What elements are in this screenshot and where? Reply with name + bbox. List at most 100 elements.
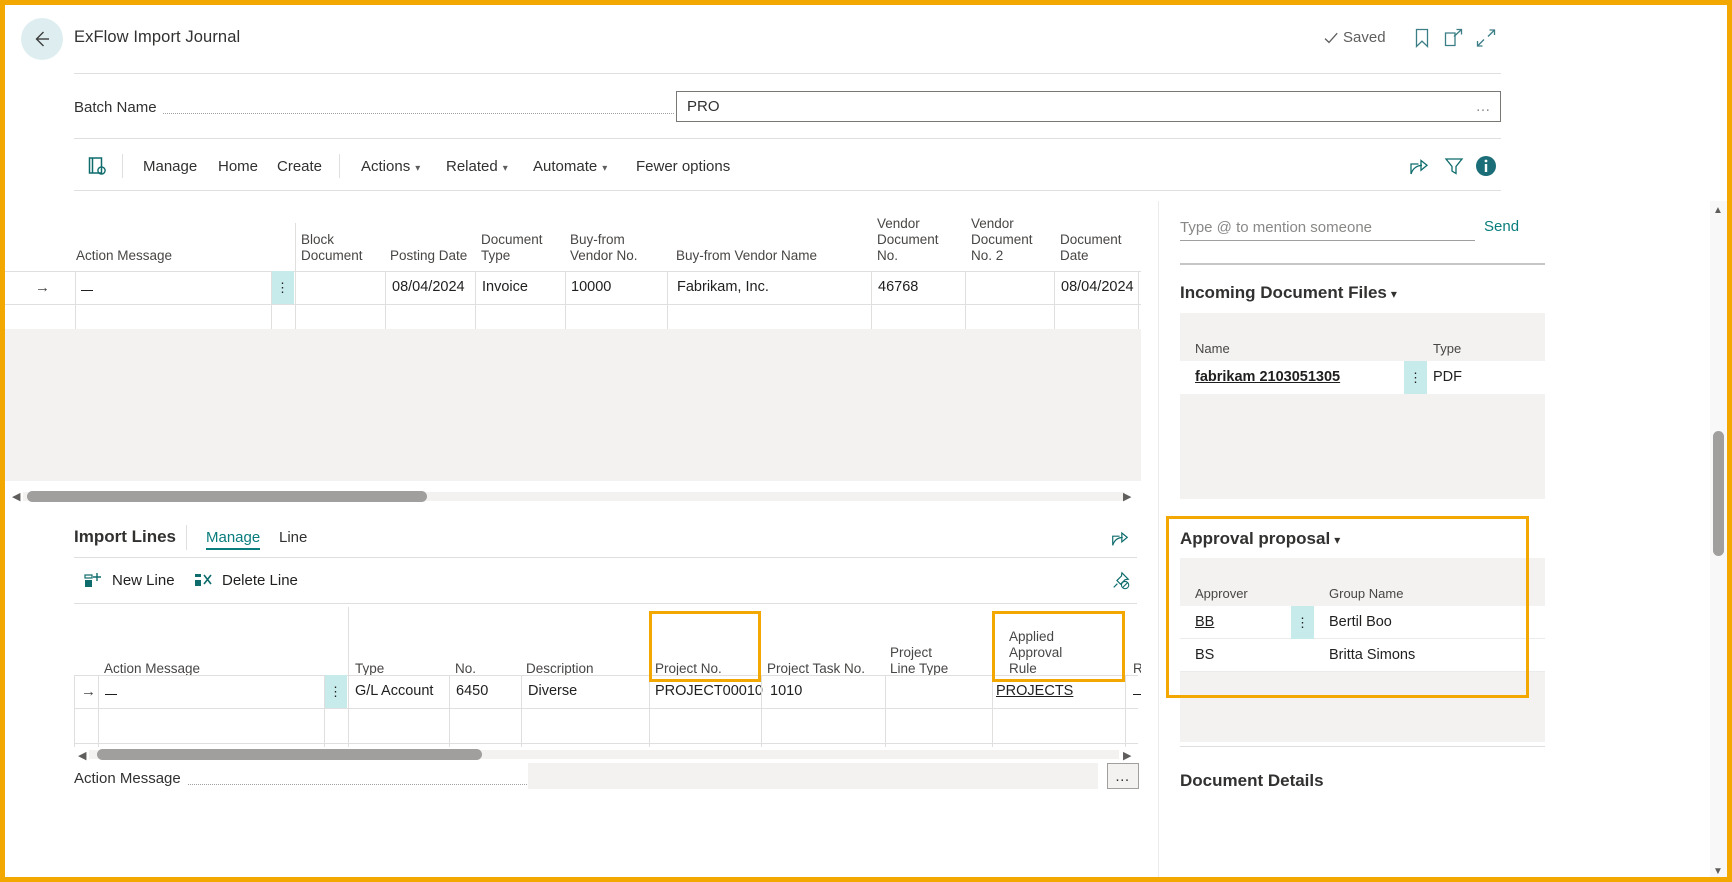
cell-vendor-document-no[interactable]: 46768 [878,279,918,295]
scroll-right-arrow-icon[interactable]: ▶ [1123,749,1131,762]
ribbon-item-related[interactable]: Related ▾ [446,158,508,175]
col-vendor-document-no: Vendor Document No. [877,216,937,264]
bookmark-icon[interactable] [1411,27,1435,51]
action-message-lookup-button[interactable]: … [1107,763,1139,789]
dotted-leader [74,113,674,114]
ribbon-item-automate[interactable]: Automate ▾ [533,158,607,175]
share-icon[interactable] [1408,155,1430,177]
cell-buy-from-vendor-no[interactable]: 10000 [571,279,611,295]
saved-label: Saved [1343,29,1386,46]
lcol-project-line-type: Project Line Type [890,645,960,677]
col-posting-date: Posting Date [390,248,470,264]
new-line-icon [84,571,104,589]
incoming-document-files-title[interactable]: Incoming Document Files▾ [1180,283,1397,303]
ribbon-label: Automate [533,158,597,175]
scrollbar-thumb[interactable] [1713,431,1724,556]
lcell-type[interactable]: G/L Account [355,683,433,699]
approver-group-name: Bertil Boo [1329,614,1392,630]
ribbon-item-actions[interactable]: Actions▾ [361,158,420,175]
lcell-r[interactable] [1133,683,1141,699]
scrollbar-thumb[interactable] [97,749,482,760]
divider [74,557,1137,558]
open-in-new-window-icon[interactable] [1443,27,1467,51]
lcell-project-task-no[interactable]: 1010 [770,683,802,699]
approver-initials[interactable]: BS [1195,647,1214,663]
page-vscrollbar[interactable]: ▲ ▼ [1710,201,1727,877]
col-group-name: Group Name [1329,586,1403,601]
col-block-document: Block Document [301,232,361,264]
tab-manage[interactable]: Manage [206,529,260,550]
info-icon[interactable] [1475,155,1497,177]
collapse-icon[interactable] [1475,27,1499,51]
row-menu-button[interactable]: ⋮ [1404,361,1427,394]
chevron-down-icon: ▾ [503,163,508,174]
divider [295,223,296,271]
table-row[interactable]: → ⋮ 08/04/2024 Invoice 10000 Fabrikam, I… [5,271,1141,304]
ribbon-item-fewer-options[interactable]: Fewer options [636,158,730,175]
approver-group-name: Britta Simons [1329,647,1415,663]
batch-name-input[interactable]: PRO … [676,91,1501,122]
ribbon-label: Related [446,158,498,175]
batch-name-value: PRO [687,98,720,115]
mention-input[interactable] [1180,215,1475,241]
share-icon[interactable] [1110,528,1130,548]
col-vendor-document-no-2: Vendor Document No. 2 [971,216,1031,264]
chevron-down-icon: ▾ [1334,533,1340,547]
col-document-type: Document Type [481,232,541,264]
command-ribbon: Manage Home Create Actions▾ Related ▾ Aut… [5,146,1556,190]
journal-grid-hscrollbar[interactable]: ◀ ▶ [5,487,1141,506]
unpin-icon[interactable] [1111,571,1131,591]
approval-proposal-title[interactable]: Approval proposal▾ [1180,529,1340,549]
filter-icon[interactable] [1443,155,1465,177]
cell-document-type[interactable]: Invoice [482,279,528,295]
lcell-no[interactable]: 6450 [456,683,488,699]
table-row[interactable]: → ⋮ G/L Account 6450 Diverse PROJECT0001… [5,675,1141,708]
tab-line[interactable]: Line [279,529,307,546]
scroll-up-arrow-icon[interactable]: ▲ [1713,205,1723,216]
section-title-label: Incoming Document Files [1180,283,1387,302]
row-menu-button[interactable]: ⋮ [324,675,347,708]
factbox-pane: Send Incoming Document Files▾ Name Type … [1158,201,1556,877]
file-name-link[interactable]: fabrikam 2103051305 [1195,369,1340,385]
approver-initials[interactable]: BB [1195,614,1214,630]
grid-header-row: Action Message Block Document Posting Da… [5,201,1141,271]
cell-action-message[interactable] [81,279,93,295]
action-message-input[interactable] [528,763,1098,789]
cell-buy-from-vendor-name[interactable]: Fabrikam, Inc. [677,279,769,295]
scroll-right-arrow-icon[interactable]: ▶ [1123,490,1131,503]
new-line-button[interactable]: New Line [84,571,175,589]
ribbon-item-home[interactable]: Home [218,158,258,175]
lcell-action-message[interactable] [105,683,117,699]
status-badge: Saved [1323,29,1386,46]
approval-proposal-row[interactable]: BB ⋮ Bertil Boo [1180,606,1545,639]
send-button[interactable]: Send [1484,218,1519,235]
chevron-down-icon: ▾ [602,163,607,174]
lcell-project-no[interactable]: PROJECT00010 [655,683,763,699]
document-details-title[interactable]: Document Details [1180,771,1324,791]
import-lines-title: Import Lines [74,527,176,547]
cell-posting-date[interactable]: 08/04/2024 [392,279,465,295]
lcell-description[interactable]: Diverse [528,683,577,699]
new-note-icon[interactable] [87,156,107,176]
check-icon [1323,30,1339,46]
batch-name-label: Batch Name [74,99,163,116]
batch-name-lookup-button[interactable]: … [1476,98,1493,115]
incoming-files-row[interactable]: fabrikam 2103051305 ⋮ PDF [1180,361,1545,394]
scroll-left-arrow-icon[interactable]: ◀ [78,749,86,762]
row-menu-button[interactable]: ⋮ [1291,606,1314,639]
batch-name-field-row: Batch Name PRO … [5,74,1556,138]
scroll-down-arrow-icon[interactable]: ▼ [1713,866,1723,877]
row-menu-button[interactable]: ⋮ [271,271,294,304]
arrow-left-icon [31,28,53,50]
delete-line-button[interactable]: Delete Line [194,571,298,589]
scroll-left-arrow-icon[interactable]: ◀ [12,490,20,503]
import-lines-hscrollbar[interactable]: ◀ ▶ [73,746,1138,764]
scrollbar-thumb[interactable] [27,491,427,502]
ribbon-item-manage[interactable]: Manage [143,158,197,175]
divider [74,603,1137,604]
ribbon-item-create[interactable]: Create [277,158,322,175]
approval-proposal-row[interactable]: BS Britta Simons [1180,639,1545,672]
back-button[interactable] [21,18,63,60]
lcell-applied-approval-rule[interactable]: PROJECTS [996,683,1073,699]
cell-document-date[interactable]: 08/04/2024 [1061,279,1134,295]
